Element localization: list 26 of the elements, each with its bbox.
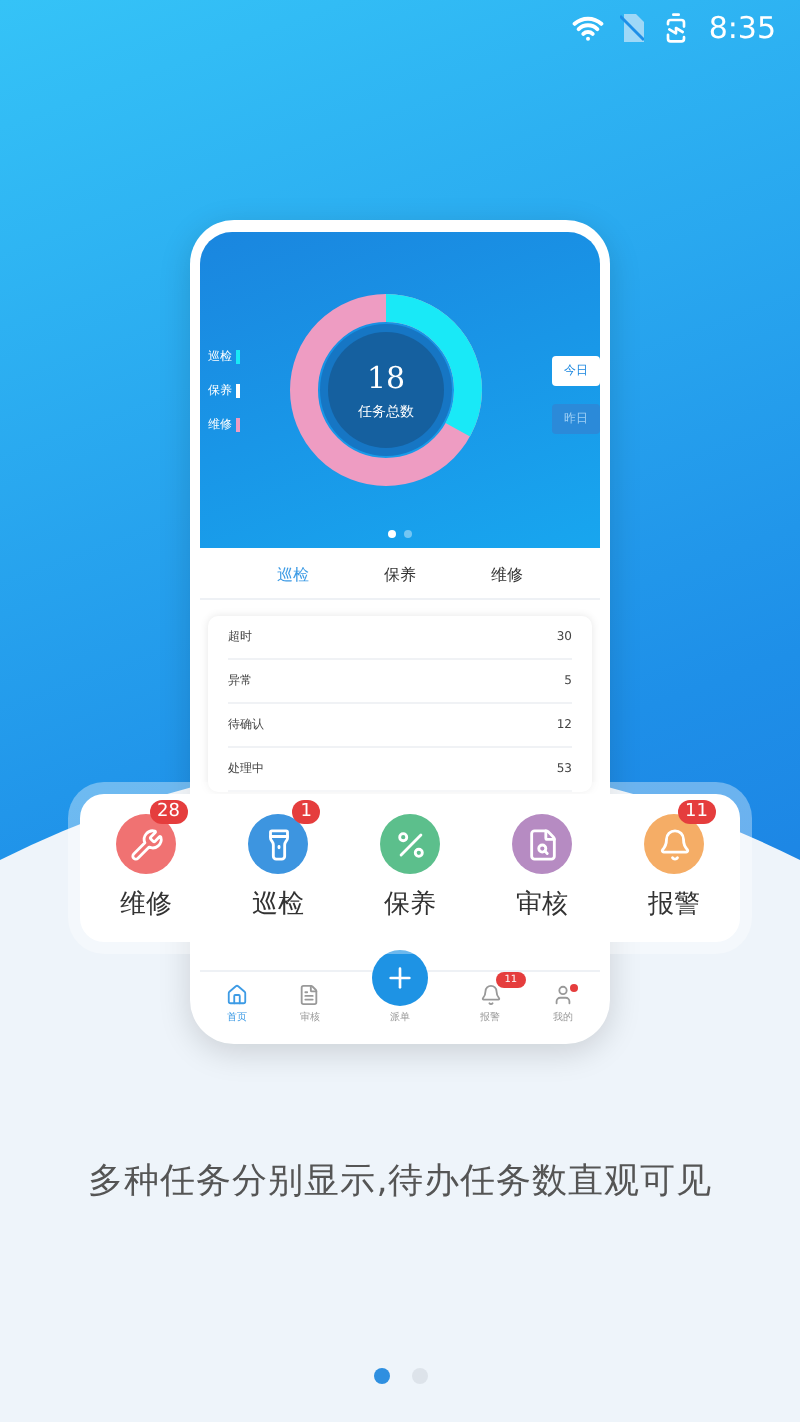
no-sim-icon <box>620 14 645 42</box>
home-icon[interactable] <box>225 984 248 1006</box>
add-button[interactable] <box>371 950 428 1006</box>
status-time: 8:35 <box>708 10 776 46</box>
flashlight-icon[interactable] <box>248 814 308 874</box>
document-search-icon[interactable] <box>512 814 572 874</box>
action-label[interactable]: 维修 <box>120 886 172 922</box>
action-label[interactable]: 巡检 <box>252 886 304 922</box>
plus-icon <box>383 962 416 994</box>
count-badge: 28 <box>149 800 188 824</box>
count-badge: 11 <box>677 800 716 824</box>
total-count: 18 <box>366 359 406 395</box>
caption-text: 多种任务分别显示,待办任务数直观可见 <box>88 1160 712 1204</box>
count-badge: 1 <box>292 800 320 824</box>
category-tab[interactable]: 保养 <box>383 564 416 586</box>
wrench-icon[interactable] <box>116 814 176 874</box>
action-label[interactable]: 审核 <box>516 886 568 922</box>
bell-icon[interactable] <box>644 814 704 874</box>
action-label[interactable]: 保养 <box>384 886 436 922</box>
percent-icon[interactable] <box>380 814 440 874</box>
category-tab[interactable]: 维修 <box>490 564 523 586</box>
action-label[interactable]: 报警 <box>648 886 700 922</box>
wifi-icon <box>572 12 605 44</box>
bell-icon[interactable] <box>479 984 502 1006</box>
user-icon[interactable] <box>552 984 575 1006</box>
document-icon[interactable] <box>298 984 321 1006</box>
